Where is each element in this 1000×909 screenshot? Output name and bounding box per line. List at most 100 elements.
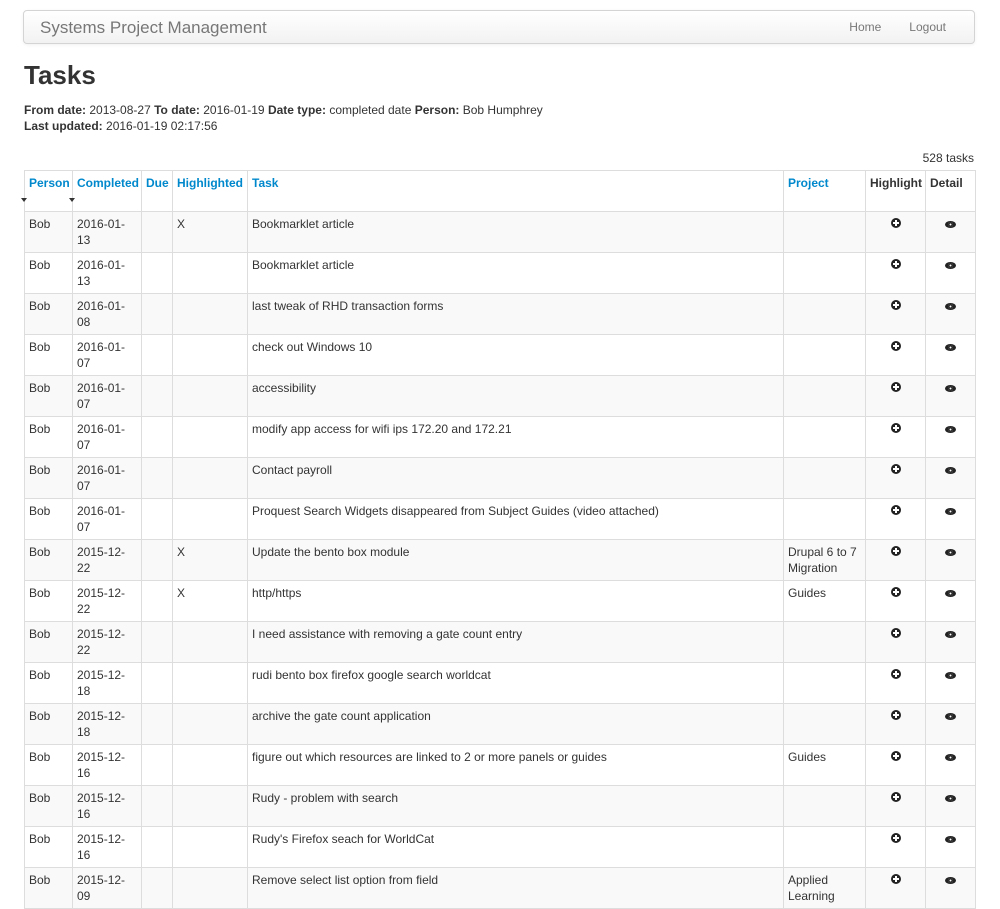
cell-project [783,293,866,335]
table-row: Bob 2016-01-13 X Bookmarklet article [24,211,976,253]
eye-icon[interactable] [945,713,956,720]
plus-sign-icon[interactable] [890,751,901,761]
plus-sign-icon[interactable] [890,259,901,269]
cell-highlighted [172,334,248,376]
plus-sign-icon[interactable] [890,792,901,802]
last-updated-value: 2016-01-19 02:17:56 [106,119,218,133]
home-link[interactable]: Home [849,20,881,34]
last-updated-label: Last updated: [24,119,103,133]
task-column-header[interactable]: Task [247,170,784,212]
eye-icon[interactable] [945,672,956,679]
project-column-header[interactable]: Project [783,170,866,212]
cell-project [783,703,866,745]
eye-icon[interactable] [945,795,956,802]
from-date-value: 2013-08-27 [89,103,151,117]
from-date-label: From date: [24,103,87,117]
highlighted-column-header[interactable]: Highlighted [172,170,248,212]
eye-icon[interactable] [945,508,956,515]
cell-due [141,867,173,909]
cell-due [141,334,173,376]
cell-completed: 2015-12-18 [72,703,142,745]
cell-highlighted [172,252,248,294]
cell-person: Bob [24,375,73,417]
filter-summary: From date: 2013-08-27 To date: 2016-01-1… [24,102,543,134]
cell-due [141,580,173,622]
cell-highlight [865,498,926,540]
eye-icon[interactable] [945,303,956,310]
brand[interactable]: Systems Project Management [40,18,267,38]
eye-icon[interactable] [945,385,956,392]
cell-highlight [865,621,926,663]
completed-column-header[interactable]: Completed [69,170,142,212]
cell-person: Bob [24,703,73,745]
cell-detail [925,785,976,827]
cell-person: Bob [24,580,73,622]
eye-icon[interactable] [945,344,956,351]
plus-sign-icon[interactable] [890,382,901,392]
eye-icon[interactable] [945,549,956,556]
table-row: Bob 2016-01-07 modify app access for wifi … [24,416,976,458]
plus-sign-icon[interactable] [890,546,901,556]
plus-sign-icon[interactable] [890,464,901,474]
cell-task: Remove select list option from field [247,867,784,909]
cell-highlight [865,539,926,581]
cell-task: Bookmarklet article [247,211,784,253]
cell-highlight [865,703,926,745]
plus-sign-icon[interactable] [890,505,901,515]
plus-sign-icon[interactable] [890,300,901,310]
eye-icon[interactable] [945,426,956,433]
cell-person: Bob [24,334,73,376]
cell-person: Bob [24,785,73,827]
cell-task: check out Windows 10 [247,334,784,376]
table-row: Bob 2016-01-07 check out Windows 10 [24,334,976,376]
cell-person: Bob [24,744,73,786]
cell-highlight [865,457,926,499]
eye-icon[interactable] [945,590,956,597]
plus-sign-icon[interactable] [890,423,901,433]
due-column-header[interactable]: Due [141,170,173,212]
logout-link[interactable]: Logout [909,20,946,34]
cell-highlight [865,252,926,294]
plus-sign-icon[interactable] [890,874,901,884]
cell-due [141,375,173,417]
eye-icon[interactable] [945,262,956,269]
table-row: Bob 2016-01-07 Proquest Search Widgets dis… [24,498,976,540]
plus-sign-icon[interactable] [890,833,901,843]
cell-due [141,457,173,499]
cell-highlighted [172,498,248,540]
eye-icon[interactable] [945,631,956,638]
cell-highlighted [172,826,248,868]
date-type-value: completed date [329,103,412,117]
plus-sign-icon[interactable] [890,218,901,228]
cell-task: last tweak of RHD transaction forms [247,293,784,335]
cell-person: Bob [24,539,73,581]
table-body: Bob 2016-01-13 X Bookmarklet article Bob 2016… [24,211,976,909]
task-count: 528 tasks [922,151,974,165]
plus-sign-icon[interactable] [890,341,901,351]
plus-sign-icon[interactable] [890,669,901,679]
sort-caret-icon [69,197,75,202]
cell-project [783,662,866,704]
cell-project: Guides [783,744,866,786]
cell-due [141,621,173,663]
table-row: Bob 2016-01-07 Contact payroll [24,457,976,499]
cell-project [783,826,866,868]
plus-sign-icon[interactable] [890,587,901,597]
person-column-header[interactable]: Person [21,170,73,212]
nav-links: Home Logout [849,20,946,34]
eye-icon[interactable] [945,877,956,884]
plus-sign-icon[interactable] [890,710,901,720]
cell-detail [925,252,976,294]
cell-detail [925,867,976,909]
eye-icon[interactable] [945,836,956,843]
cell-person: Bob [24,867,73,909]
eye-icon[interactable] [945,221,956,228]
cell-due [141,293,173,335]
cell-project [783,211,866,253]
eye-icon[interactable] [945,754,956,761]
cell-project: Applied Learning [783,867,866,909]
cell-task: Bookmarklet article [247,252,784,294]
cell-highlighted [172,662,248,704]
cell-highlighted: X [172,539,248,581]
eye-icon[interactable] [945,467,956,474]
